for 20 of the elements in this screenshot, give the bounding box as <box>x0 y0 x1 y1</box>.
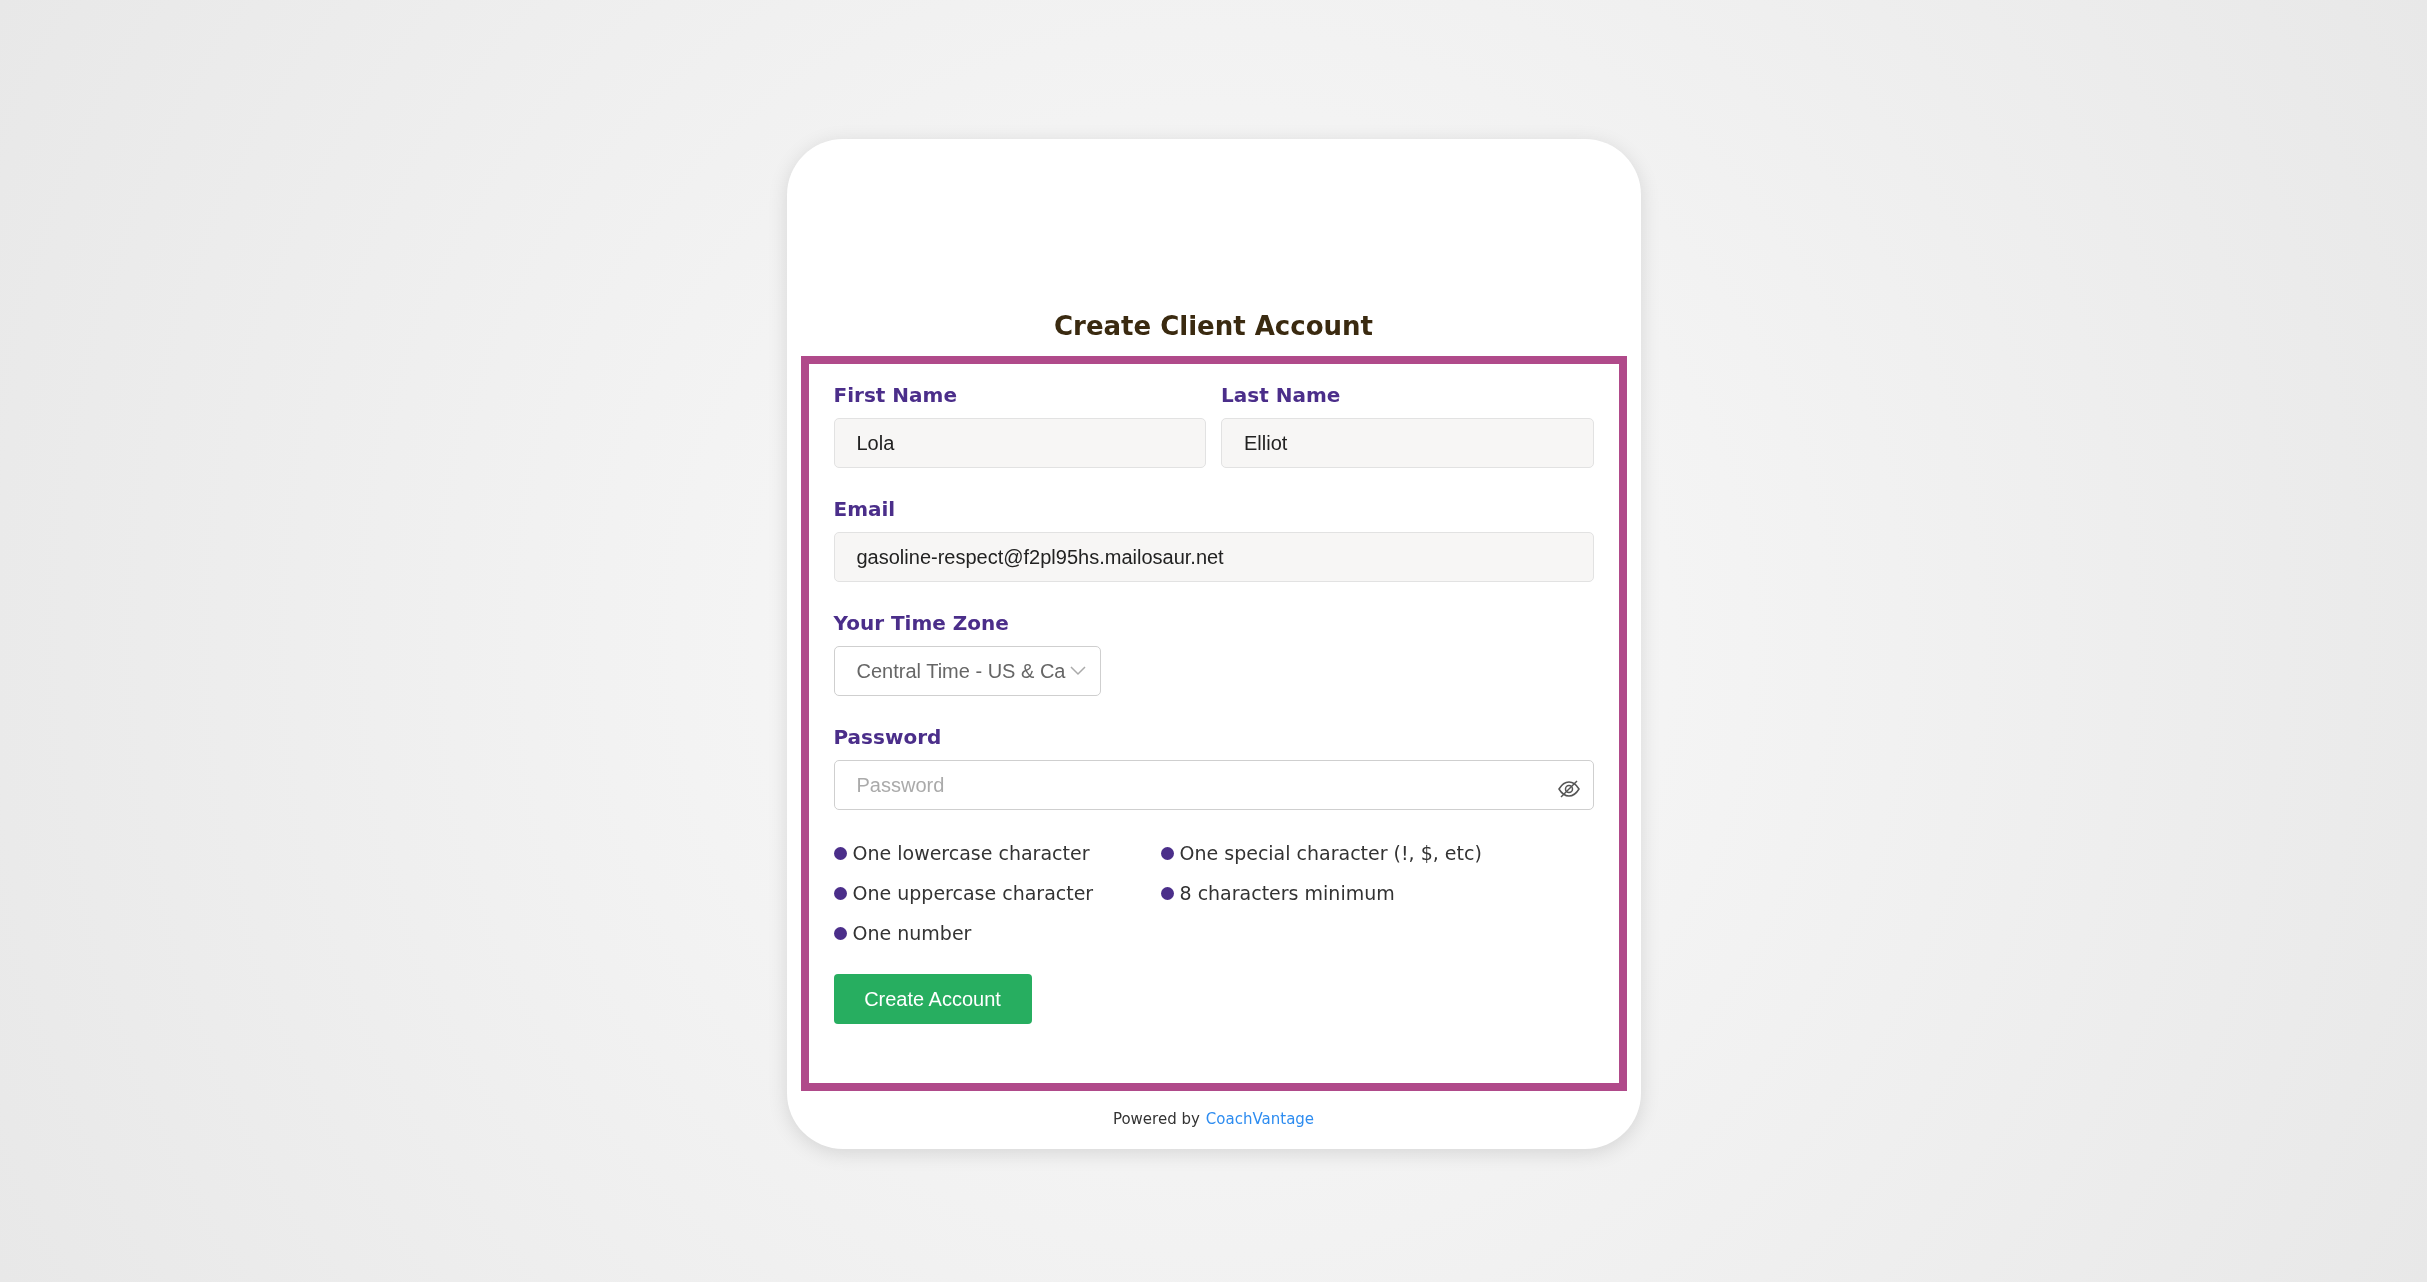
text-field[interactable]: Elliot <box>1221 418 1594 468</box>
requirement-text: One number <box>852 920 972 946</box>
eye-slash-icon[interactable] <box>1557 780 1580 798</box>
chevron-down-icon <box>1069 666 1086 676</box>
requirement-text: One special character (!, $, etc) <box>1179 840 1482 866</box>
requirement-text: One lowercase character <box>852 840 1090 866</box>
password-field[interactable]: Password <box>833 760 1594 810</box>
footer-link[interactable]: CoachVantage <box>1205 1108 1315 1131</box>
time-zone-dropdown[interactable]: Central Time - US & Ca <box>833 646 1101 696</box>
requirement-text: One uppercase character <box>852 880 1094 906</box>
footer-text: Powered by <box>1112 1109 1200 1130</box>
field-label: Password <box>833 724 943 751</box>
text-field[interactable]: Lola <box>833 418 1206 468</box>
form-title: Create Client Account <box>1054 310 1373 343</box>
email-field[interactable]: gasoline-respect@f2pl95hs.mailosaur.net <box>833 532 1594 582</box>
field-label: Last Name <box>1221 382 1342 409</box>
field-label: First Name <box>833 382 958 409</box>
field-label: Email <box>833 496 897 523</box>
field-label: Your Time Zone <box>833 610 1010 637</box>
requirement-text: 8 characters minimum <box>1179 880 1395 906</box>
